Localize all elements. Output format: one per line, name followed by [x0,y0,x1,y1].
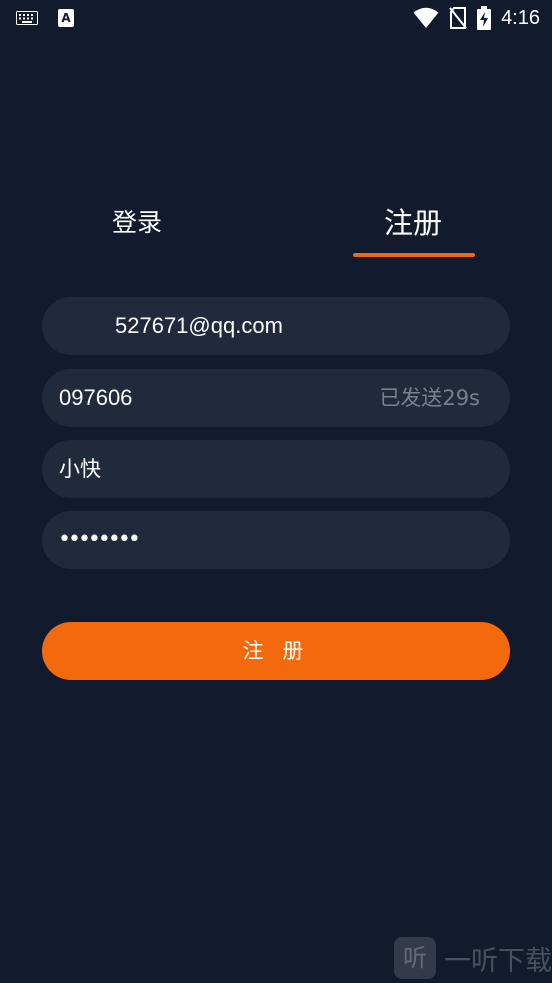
email-field[interactable]: 527671@qq.com [42,297,510,355]
no-sim-icon [449,7,467,29]
active-tab-indicator [353,253,475,257]
nickname-field[interactable]: 小快 [42,440,510,498]
verification-code-field[interactable]: 097606 已发送29s [42,369,510,427]
status-bar-left: A [16,9,74,27]
email-value: 527671@qq.com [115,313,283,338]
watermark-logo-char: 听 [403,944,427,972]
a-icon-letter: A [61,11,71,25]
clock: 4:16 [501,6,540,29]
keyboard-icon [16,11,38,25]
register-button[interactable]: 注 册 [42,622,510,680]
battery-charging-icon [477,6,492,30]
watermark-text: 一听下载 [444,945,552,977]
verification-code-value: 097606 [59,385,133,410]
register-screen: A 4:16 登录 注册 527671@qq.com 097606 已发送29s [0,0,552,983]
password-field[interactable]: •••••••• [42,511,510,569]
password-value: •••••••• [58,527,141,552]
watermark: 听 一听下载 [394,937,552,979]
watermark-logo: 听 [394,937,436,979]
nickname-value: 小快 [59,457,101,481]
tab-register[interactable]: 注册 [384,200,442,242]
code-sent-countdown: 已发送29s [379,386,480,410]
status-bar: A 4:16 [0,0,552,38]
a-icon: A [58,9,74,27]
status-bar-right: 4:16 [413,6,540,30]
tab-login[interactable]: 登录 [112,203,162,239]
wifi-icon [413,7,439,28]
